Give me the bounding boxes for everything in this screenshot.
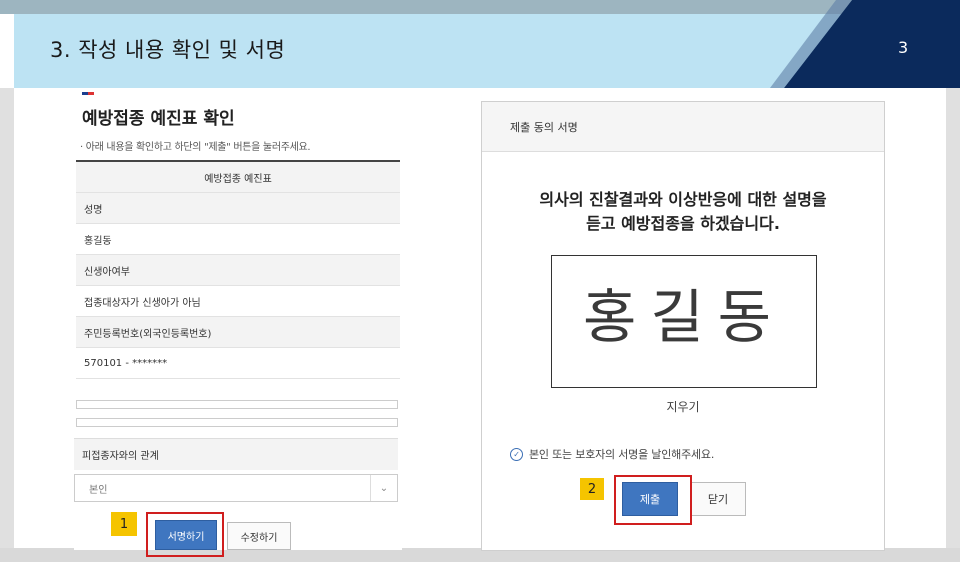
consent-message-line2: 듣고 예방접종을 하겠습니다. xyxy=(586,214,780,233)
form-table: 예방접종 예진표 성명 홍길동 신생아여부 접종대상자가 신생아가 아님 주민등… xyxy=(76,160,400,379)
consent-message: 의사의 진찰결과와 이상반응에 대한 설명을 듣고 예방접종을 하겠습니다. xyxy=(482,188,884,236)
relation-select-value: 본인 xyxy=(89,484,108,496)
relation-label: 피접종자와의 관계 xyxy=(74,438,398,470)
row-value-newborn: 접종대상자가 신생아가 아님 xyxy=(76,286,400,317)
step-tag-2: 2 xyxy=(580,478,604,500)
brand-mark-accent-icon xyxy=(88,92,94,95)
signature-note: ✓ 본인 또는 보호자의 서명을 날인해주세요. xyxy=(510,446,714,462)
modal-title: 제출 동의 서명 xyxy=(482,102,884,152)
signature-pad[interactable]: 홍길동 xyxy=(551,255,817,388)
empty-field xyxy=(76,418,398,427)
row-label-name: 성명 xyxy=(76,193,400,224)
check-circle-icon: ✓ xyxy=(510,447,523,461)
row-label-newborn: 신생아여부 xyxy=(76,255,400,286)
left-frame xyxy=(0,88,14,562)
chevron-down-icon: ⌄ xyxy=(370,475,397,501)
close-button[interactable]: 닫기 xyxy=(690,482,746,516)
row-value-id-number: 570101 - ******* xyxy=(76,348,400,379)
highlight-submit-button xyxy=(614,475,692,525)
relation-select[interactable]: 본인 ⌄ xyxy=(74,474,398,502)
clear-signature-link[interactable]: 지우기 xyxy=(482,398,884,415)
row-value-name: 홍길동 xyxy=(76,224,400,255)
slide-title: 3. 작성 내용 확인 및 서명 xyxy=(50,38,286,62)
step-tag-1: 1 xyxy=(111,512,137,536)
vaccination-form-panel: 예방접종 예진표 확인 · 아래 내용을 확인하고 하단의 "제출" 버튼을 눌… xyxy=(74,88,402,550)
signature-drawing: 홍길동 xyxy=(582,283,786,351)
page-number: 3 xyxy=(898,38,909,57)
table-header: 예방접종 예진표 xyxy=(76,162,400,193)
edit-button[interactable]: 수정하기 xyxy=(227,522,291,550)
right-frame xyxy=(946,88,960,562)
highlight-sign-button xyxy=(146,512,224,557)
signature-note-text: 본인 또는 보호자의 서명을 날인해주세요. xyxy=(529,448,715,461)
empty-field xyxy=(76,400,398,409)
form-title: 예방접종 예진표 확인 xyxy=(82,109,235,129)
row-label-id-number: 주민등록번호(외국인등록번호) xyxy=(76,317,400,348)
slide-top-band xyxy=(0,0,960,14)
consent-message-line1: 의사의 진찰결과와 이상반응에 대한 설명을 xyxy=(539,190,827,209)
form-instruction: · 아래 내용을 확인하고 하단의 "제출" 버튼을 눌러주세요. xyxy=(80,142,311,153)
